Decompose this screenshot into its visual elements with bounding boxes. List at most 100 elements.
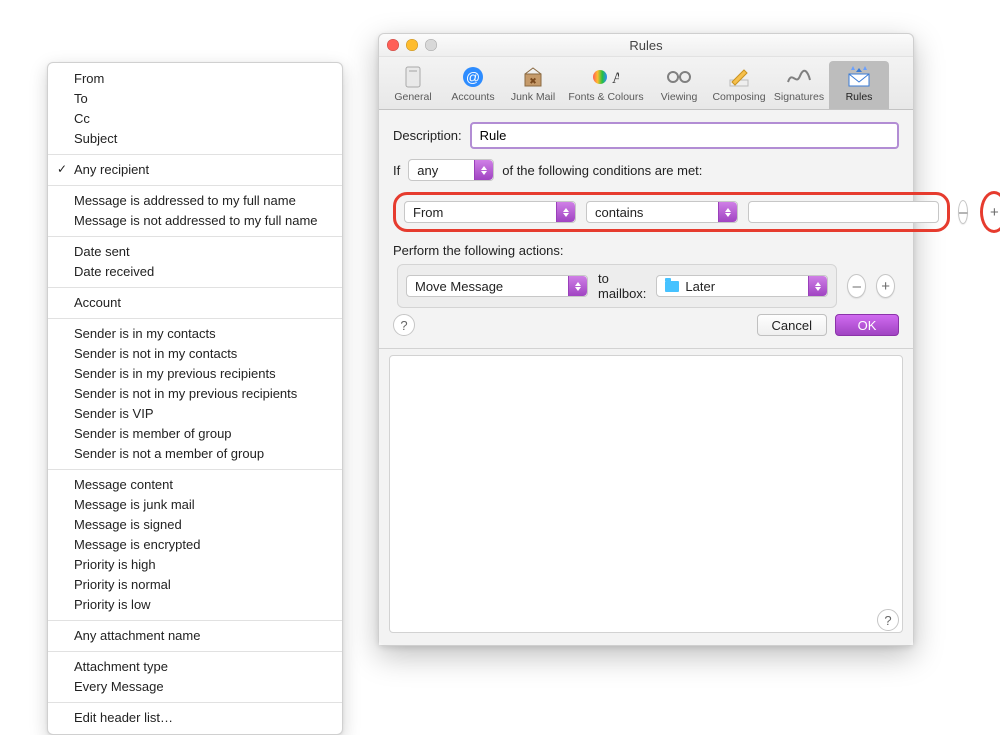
tab-accounts[interactable]: @ Accounts bbox=[443, 61, 503, 109]
close-window-button[interactable] bbox=[387, 39, 399, 51]
remove-condition-button[interactable]: – bbox=[958, 200, 968, 224]
menu-item-priority-high[interactable]: Priority is high bbox=[48, 555, 342, 575]
tab-general[interactable]: General bbox=[383, 61, 443, 109]
tab-signatures[interactable]: Signatures bbox=[769, 61, 829, 109]
condition-operator-select[interactable]: contains bbox=[586, 201, 738, 223]
chevrons-icon bbox=[718, 202, 737, 222]
menu-item-label: Any attachment name bbox=[74, 628, 200, 644]
menu-item-encrypted[interactable]: Message is encrypted bbox=[48, 535, 342, 555]
action-mid-label: to mailbox: bbox=[598, 271, 646, 301]
chevrons-icon bbox=[474, 160, 493, 180]
help-icon: ? bbox=[884, 613, 891, 628]
rules-list[interactable] bbox=[389, 355, 903, 633]
add-condition-button[interactable]: + bbox=[983, 201, 1000, 223]
action-type-select[interactable]: Move Message bbox=[406, 275, 588, 297]
menu-item-every-message[interactable]: Every Message bbox=[48, 677, 342, 697]
if-mode-value: any bbox=[417, 163, 438, 178]
menu-item-message-content[interactable]: Message content bbox=[48, 475, 342, 495]
menu-item-date-received[interactable]: Date received bbox=[48, 262, 342, 282]
condition-field-dropdown[interactable]: From To Cc Subject Any recipient Message… bbox=[47, 62, 343, 735]
ok-button[interactable]: OK bbox=[835, 314, 899, 336]
chevrons-icon bbox=[556, 202, 575, 222]
folder-chip: Later bbox=[665, 279, 715, 294]
menu-item-label: Account bbox=[74, 295, 121, 311]
menu-item-sender-in-contacts[interactable]: Sender is in my contacts bbox=[48, 324, 342, 344]
menu-item-label: Message is addressed to my full name bbox=[74, 193, 296, 209]
menu-item-label: Sender is in my contacts bbox=[74, 326, 216, 342]
tab-label: Junk Mail bbox=[511, 91, 555, 103]
action-target-select[interactable]: Later bbox=[656, 275, 828, 297]
menu-item-sender-vip[interactable]: Sender is VIP bbox=[48, 404, 342, 424]
signatures-icon bbox=[785, 65, 813, 89]
tab-composing[interactable]: Composing bbox=[709, 61, 769, 109]
condition-field-value: From bbox=[413, 205, 443, 220]
menu-item-label: Sender is not a member of group bbox=[74, 446, 264, 462]
menu-item-sender-member-group[interactable]: Sender is member of group bbox=[48, 424, 342, 444]
minimize-window-button[interactable] bbox=[406, 39, 418, 51]
tab-junk-mail[interactable]: ✖ Junk Mail bbox=[503, 61, 563, 109]
menu-item-sender-in-prev-recipients[interactable]: Sender is in my previous recipients bbox=[48, 364, 342, 384]
sheet-help-button[interactable]: ? bbox=[393, 314, 415, 336]
menu-item-any-recipient[interactable]: Any recipient bbox=[48, 160, 342, 180]
menu-item-attachment-type[interactable]: Attachment type bbox=[48, 657, 342, 677]
menu-item-addressed-full-name[interactable]: Message is addressed to my full name bbox=[48, 191, 342, 211]
description-field-highlight bbox=[470, 122, 899, 149]
composing-icon bbox=[725, 65, 753, 89]
menu-item-from[interactable]: From bbox=[48, 69, 342, 89]
if-label: If bbox=[393, 163, 400, 178]
menu-item-date-sent[interactable]: Date sent bbox=[48, 242, 342, 262]
menu-item-signed[interactable]: Message is signed bbox=[48, 515, 342, 535]
help-icon: ? bbox=[400, 318, 407, 333]
menu-item-label: Priority is low bbox=[74, 597, 151, 613]
condition-value-input[interactable] bbox=[748, 201, 939, 223]
menu-item-label: Sender is not in my contacts bbox=[74, 346, 237, 362]
menu-item-label: Subject bbox=[74, 131, 117, 147]
menu-item-label: Message is encrypted bbox=[74, 537, 200, 553]
rules-pane: ? bbox=[379, 349, 913, 645]
preferences-toolbar: General @ Accounts ✖ Junk Mail A Fonts &… bbox=[379, 57, 913, 110]
menu-item-priority-low[interactable]: Priority is low bbox=[48, 595, 342, 615]
menu-item-account[interactable]: Account bbox=[48, 293, 342, 313]
minus-icon: – bbox=[853, 279, 861, 294]
menu-item-any-attachment-name[interactable]: Any attachment name bbox=[48, 626, 342, 646]
tab-rules[interactable]: Rules bbox=[829, 61, 889, 109]
tab-label: Fonts & Colours bbox=[568, 91, 643, 103]
menu-item-junk[interactable]: Message is junk mail bbox=[48, 495, 342, 515]
menu-item-subject[interactable]: Subject bbox=[48, 129, 342, 149]
condition-operator-value: contains bbox=[595, 205, 643, 220]
menu-item-sender-not-in-contacts[interactable]: Sender is not in my contacts bbox=[48, 344, 342, 364]
pane-help-button[interactable]: ? bbox=[877, 609, 899, 631]
preferences-window: Rules General @ Accounts ✖ Junk Mail bbox=[378, 33, 914, 646]
general-icon bbox=[399, 65, 427, 89]
action-target-value: Later bbox=[685, 279, 715, 294]
description-label: Description: bbox=[393, 128, 462, 143]
menu-item-not-addressed-full-name[interactable]: Message is not addressed to my full name bbox=[48, 211, 342, 231]
add-action-button[interactable]: + bbox=[876, 274, 895, 298]
zoom-window-button[interactable] bbox=[425, 39, 437, 51]
cancel-button[interactable]: Cancel bbox=[757, 314, 827, 336]
chevrons-icon bbox=[808, 276, 827, 296]
tab-label: General bbox=[394, 91, 431, 103]
svg-text:A: A bbox=[612, 70, 619, 87]
menu-item-to[interactable]: To bbox=[48, 89, 342, 109]
description-input[interactable] bbox=[478, 127, 895, 144]
window-title: Rules bbox=[629, 38, 662, 53]
tab-viewing[interactable]: Viewing bbox=[649, 61, 709, 109]
button-label: OK bbox=[858, 318, 877, 333]
menu-item-edit-header-list[interactable]: Edit header list… bbox=[48, 708, 342, 728]
tab-label: Accounts bbox=[451, 91, 494, 103]
menu-item-sender-not-member-group[interactable]: Sender is not a member of group bbox=[48, 444, 342, 464]
menu-item-label: Attachment type bbox=[74, 659, 168, 675]
menu-item-label: Message content bbox=[74, 477, 173, 493]
tab-fonts-colours[interactable]: A Fonts & Colours bbox=[563, 61, 649, 109]
menu-item-sender-not-in-prev-recipients[interactable]: Sender is not in my previous recipients bbox=[48, 384, 342, 404]
if-mode-select[interactable]: any bbox=[408, 159, 494, 181]
actions-label: Perform the following actions: bbox=[393, 243, 564, 258]
menu-item-cc[interactable]: Cc bbox=[48, 109, 342, 129]
fonts-icon: A bbox=[592, 65, 620, 89]
folder-icon bbox=[665, 281, 679, 292]
remove-action-button[interactable]: – bbox=[847, 274, 866, 298]
condition-field-select[interactable]: From bbox=[404, 201, 576, 223]
menu-item-priority-normal[interactable]: Priority is normal bbox=[48, 575, 342, 595]
tab-label: Signatures bbox=[774, 91, 824, 103]
